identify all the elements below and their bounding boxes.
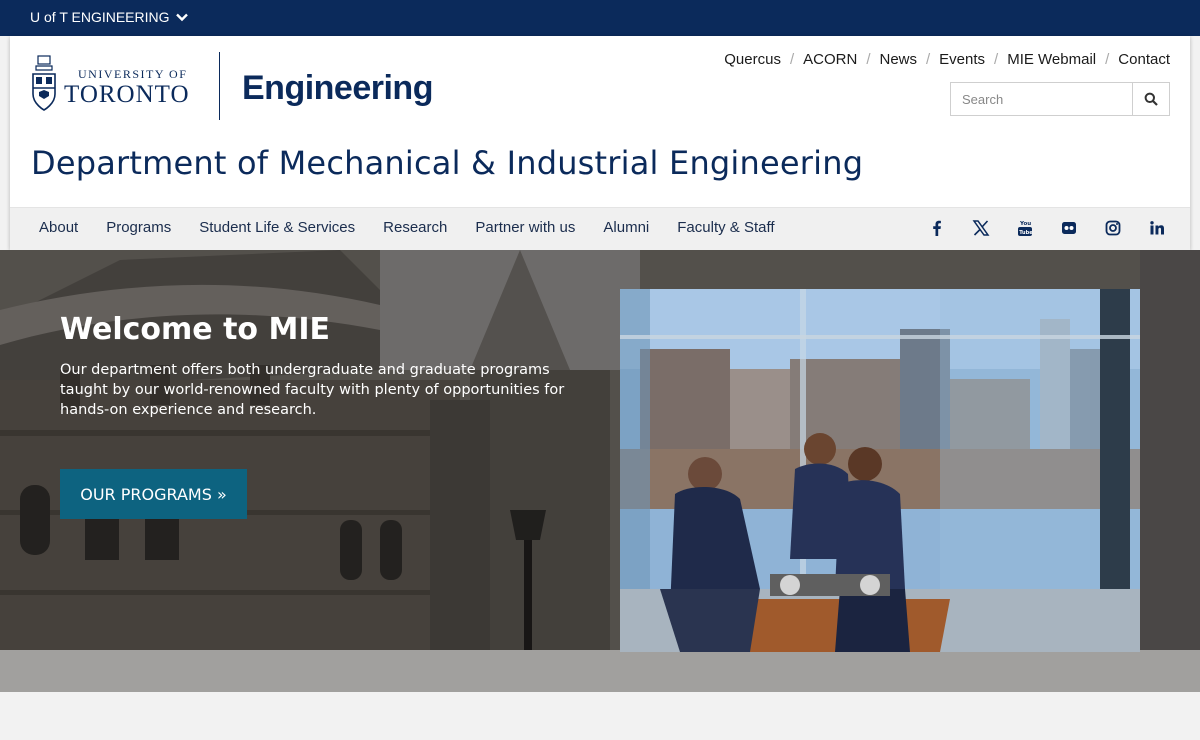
university-of-text: UNIVERSITY OF (78, 66, 188, 81)
contact-link[interactable]: Contact (1118, 51, 1170, 68)
flickr-icon[interactable] (1060, 217, 1078, 239)
separator: / (866, 51, 871, 68)
nav-item-research[interactable]: Research (383, 219, 447, 236)
hero-title: Welcome to MIE (60, 312, 330, 347)
uoft-engineering-dropdown[interactable]: U of T ENGINEERING (30, 9, 188, 25)
top-bar: U of T ENGINEERING (0, 0, 1200, 36)
separator: / (1105, 51, 1110, 68)
nav-item-about[interactable]: About (39, 219, 78, 236)
nav-item-partner[interactable]: Partner with us (475, 219, 575, 236)
nav-item-faculty-staff[interactable]: Faculty & Staff (677, 219, 774, 236)
toronto-text: TORONTO (64, 80, 190, 108)
mie-webmail-link[interactable]: MIE Webmail (1007, 51, 1096, 68)
hero-description: Our department offers both undergraduate… (60, 362, 565, 418)
main-nav: About Programs Student Life & Services R… (10, 207, 1190, 250)
nav-item-student-life[interactable]: Student Life & Services (199, 219, 355, 236)
acorn-link[interactable]: ACORN (803, 51, 857, 68)
x-icon[interactable] (972, 217, 990, 239)
separator: / (789, 51, 795, 68)
youtube-icon[interactable]: You Tube (1016, 217, 1034, 239)
students-photo (620, 289, 1140, 652)
quercus-link[interactable]: Quercus (724, 51, 781, 68)
search-icon (1144, 92, 1158, 106)
search-input[interactable] (951, 83, 1132, 115)
social-links: You Tube (928, 217, 1166, 239)
uoft-engineering-label: U of T ENGINEERING (30, 9, 170, 25)
events-link[interactable]: Events (939, 51, 985, 68)
facebook-icon[interactable] (928, 217, 946, 239)
svg-text:Tube: Tube (1019, 230, 1033, 236)
chevron-down-icon (175, 13, 188, 22)
department-title[interactable]: Department of Mechanical & Industrial En… (31, 144, 863, 182)
search-button[interactable] (1132, 83, 1169, 115)
nav-item-programs[interactable]: Programs (106, 219, 171, 236)
instagram-icon[interactable] (1104, 217, 1122, 239)
nav-item-alumni[interactable]: Alumni (603, 219, 649, 236)
svg-text:You: You (1019, 221, 1031, 227)
uoft-crest-icon (32, 55, 56, 111)
uoft-logo[interactable]: UNIVERSITY OF TORONTO (30, 54, 190, 116)
utility-links: Quercus / ACORN / News / Events / MIE We… (724, 51, 1170, 68)
news-link[interactable]: News (879, 51, 917, 68)
our-programs-button[interactable]: OUR PROGRAMS » (60, 469, 247, 519)
engineering-logo-text[interactable]: Engineering (242, 69, 433, 108)
search-box (950, 82, 1170, 116)
uoft-wordmark: UNIVERSITY OF TORONTO (64, 63, 190, 108)
separator: / (926, 51, 931, 68)
content-section (0, 692, 1200, 740)
logo-divider (219, 52, 220, 120)
site-header: UNIVERSITY OF TORONTO Engineering Quercu… (10, 36, 1190, 250)
hero-banner: Welcome to MIE Our department offers bot… (0, 250, 1200, 692)
linkedin-icon[interactable] (1148, 217, 1166, 239)
separator: / (994, 51, 999, 68)
